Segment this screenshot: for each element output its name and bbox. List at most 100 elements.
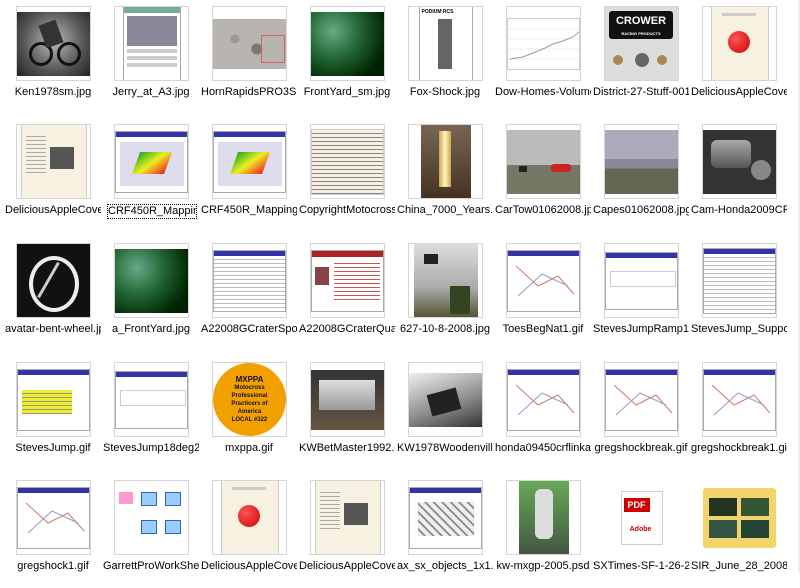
- file-item[interactable]: A22008GCraterQualif...: [299, 241, 395, 351]
- file-item[interactable]: Ken1978sm.jpg: [5, 4, 101, 114]
- file-name-label[interactable]: StevesJump18deg20...: [103, 442, 199, 455]
- file-thumbnail[interactable]: [114, 6, 189, 81]
- file-name-label[interactable]: gregshockbreak.gif: [593, 442, 689, 455]
- file-thumbnail[interactable]: [114, 362, 189, 437]
- file-thumbnail[interactable]: [604, 124, 679, 199]
- file-item[interactable]: a_FrontYard.jpg: [103, 241, 199, 351]
- file-item[interactable]: Jerry_at_A3.jpg: [103, 4, 199, 114]
- file-name-label[interactable]: Capes01062008.jpg: [593, 204, 689, 217]
- file-item[interactable]: StevesJump.gif: [5, 360, 101, 470]
- file-thumbnail[interactable]: [212, 124, 287, 199]
- file-thumbnail[interactable]: [506, 362, 581, 437]
- file-name-label[interactable]: CRF450R_Mapping.jpg: [201, 204, 297, 217]
- file-name-label[interactable]: FrontYard_sm.jpg: [299, 86, 395, 99]
- file-name-label[interactable]: honda09450crflinkage...: [495, 442, 591, 455]
- file-thumbnail[interactable]: [310, 480, 385, 555]
- file-item[interactable]: FrontYard_sm.jpg: [299, 4, 395, 114]
- file-thumbnail[interactable]: [212, 243, 287, 318]
- file-thumbnail[interactable]: [604, 362, 679, 437]
- file-item[interactable]: DeliciousAppleCover.jpg: [691, 4, 787, 114]
- file-thumbnail[interactable]: [702, 480, 777, 555]
- file-name-label[interactable]: CopyrightMotocross19...: [299, 204, 395, 217]
- file-thumbnail[interactable]: [408, 480, 483, 555]
- file-thumbnail[interactable]: [506, 480, 581, 555]
- file-name-label[interactable]: HornRapidsPRO3Sat.jpg: [201, 86, 297, 99]
- file-name-label[interactable]: 627-10-8-2008.jpg: [397, 323, 493, 336]
- file-name-label[interactable]: DeliciousAppleCover.gif: [201, 560, 297, 573]
- file-thumbnail[interactable]: [702, 243, 777, 318]
- file-thumbnail[interactable]: [16, 6, 91, 81]
- file-name-label[interactable]: DeliciousAppleCover1...: [5, 204, 101, 217]
- file-name-label[interactable]: Fox-Shock.jpg: [397, 86, 493, 99]
- file-item[interactable]: Dow-Homes-Volume.jpg: [495, 4, 591, 114]
- file-item[interactable]: China_7000_Years.jpg: [397, 122, 493, 232]
- file-thumbnail[interactable]: [408, 243, 483, 318]
- file-thumbnail[interactable]: [16, 243, 91, 318]
- file-thumbnail[interactable]: [604, 243, 679, 318]
- file-name-label[interactable]: StevesJump.gif: [5, 442, 101, 455]
- file-thumbnail[interactable]: [702, 362, 777, 437]
- file-item[interactable]: honda09450crflinkage...: [495, 360, 591, 470]
- file-name-label[interactable]: CRF450R_Mapping_mod1.jpg: [107, 204, 197, 219]
- file-name-label[interactable]: A22008GCraterSpons...: [201, 323, 297, 336]
- file-thumbnail[interactable]: [114, 480, 189, 555]
- file-thumbnail[interactable]: [702, 124, 777, 199]
- file-item[interactable]: ToesBegNat1.gif: [495, 241, 591, 351]
- file-name-label[interactable]: DeliciousAppleCover.jpg: [691, 86, 787, 99]
- file-item[interactable]: KW1978Woodenville...: [397, 360, 493, 470]
- file-name-label[interactable]: gregshock1.gif: [5, 560, 101, 573]
- file-thumbnail[interactable]: [310, 6, 385, 81]
- file-name-label[interactable]: CarTow01062008.jpg: [495, 204, 591, 217]
- file-item[interactable]: CRF450R_Mapping_mod1.jpg: [103, 122, 199, 232]
- file-name-label[interactable]: Dow-Homes-Volume.jpg: [495, 86, 591, 99]
- file-item[interactable]: PDFAdobe SXTimes-SF-1-26-200...: [593, 478, 689, 588]
- file-name-label[interactable]: Jerry_at_A3.jpg: [103, 86, 199, 99]
- file-name-label[interactable]: A22008GCraterQualif...: [299, 323, 395, 336]
- file-thumbnail[interactable]: [114, 243, 189, 318]
- file-item[interactable]: DeliciousAppleCover.gif: [201, 478, 297, 588]
- file-item[interactable]: PODIUM RCS Fox-Shock.jpg: [397, 4, 493, 114]
- file-item[interactable]: CarTow01062008.jpg: [495, 122, 591, 232]
- file-item[interactable]: kw-mxgp-2005.psd: [495, 478, 591, 588]
- file-name-label[interactable]: GarrettProWorkSheet...: [103, 560, 199, 573]
- file-name-label[interactable]: KWBetMaster1992.gif: [299, 442, 395, 455]
- file-name-label[interactable]: ToesBegNat1.gif: [495, 323, 591, 336]
- file-name-label[interactable]: District-27-Stuff-001.jpg: [593, 86, 689, 99]
- file-thumbnail[interactable]: [16, 362, 91, 437]
- file-item[interactable]: ax_sx_objects_1x1.gif: [397, 478, 493, 588]
- file-name-label[interactable]: kw-mxgp-2005.psd: [495, 560, 591, 573]
- file-thumbnail[interactable]: [212, 6, 287, 81]
- file-thumbnail[interactable]: [310, 124, 385, 199]
- file-thumbnail[interactable]: [16, 480, 91, 555]
- file-name-label[interactable]: DeliciousAppleCover1.gif: [299, 560, 395, 573]
- file-item[interactable]: gregshockbreak.gif: [593, 360, 689, 470]
- file-thumbnail[interactable]: [16, 124, 91, 199]
- file-item[interactable]: GarrettProWorkSheet...: [103, 478, 199, 588]
- file-item[interactable]: DeliciousAppleCover1...: [5, 122, 101, 232]
- file-name-label[interactable]: Ken1978sm.jpg: [5, 86, 101, 99]
- file-thumbnail[interactable]: [506, 124, 581, 199]
- file-name-label[interactable]: China_7000_Years.jpg: [397, 204, 493, 217]
- file-name-label[interactable]: SXTimes-SF-1-26-200...: [593, 560, 689, 573]
- file-thumbnail[interactable]: PODIUM RCS: [408, 6, 483, 81]
- file-item[interactable]: StevesJump_Supporti...: [691, 241, 787, 351]
- file-thumbnail[interactable]: [310, 243, 385, 318]
- file-item[interactable]: StevesJump18deg20...: [103, 360, 199, 470]
- file-thumbnail[interactable]: [408, 124, 483, 199]
- file-item[interactable]: avatar-bent-wheel.jpg: [5, 241, 101, 351]
- file-item[interactable]: 627-10-8-2008.jpg: [397, 241, 493, 351]
- file-thumbnail[interactable]: [506, 6, 581, 81]
- file-item[interactable]: StevesJumpRamp18de...: [593, 241, 689, 351]
- file-item[interactable]: SIR_June_28_2008: [691, 478, 787, 588]
- file-item[interactable]: HornRapidsPRO3Sat.jpg: [201, 4, 297, 114]
- file-thumbnail[interactable]: [506, 243, 581, 318]
- file-name-label[interactable]: KW1978Woodenville...: [397, 442, 493, 455]
- file-thumbnail[interactable]: [408, 362, 483, 437]
- file-item[interactable]: gregshock1.gif: [5, 478, 101, 588]
- file-name-label[interactable]: Cam-Honda2009CRF4...: [691, 204, 787, 217]
- file-item[interactable]: Capes01062008.jpg: [593, 122, 689, 232]
- file-name-label[interactable]: avatar-bent-wheel.jpg: [5, 323, 101, 336]
- file-name-label[interactable]: mxppa.gif: [201, 442, 297, 455]
- file-thumbnail[interactable]: CROWER RACING PRODUCTS: [604, 6, 679, 81]
- file-name-label[interactable]: StevesJumpRamp18de...: [593, 323, 689, 336]
